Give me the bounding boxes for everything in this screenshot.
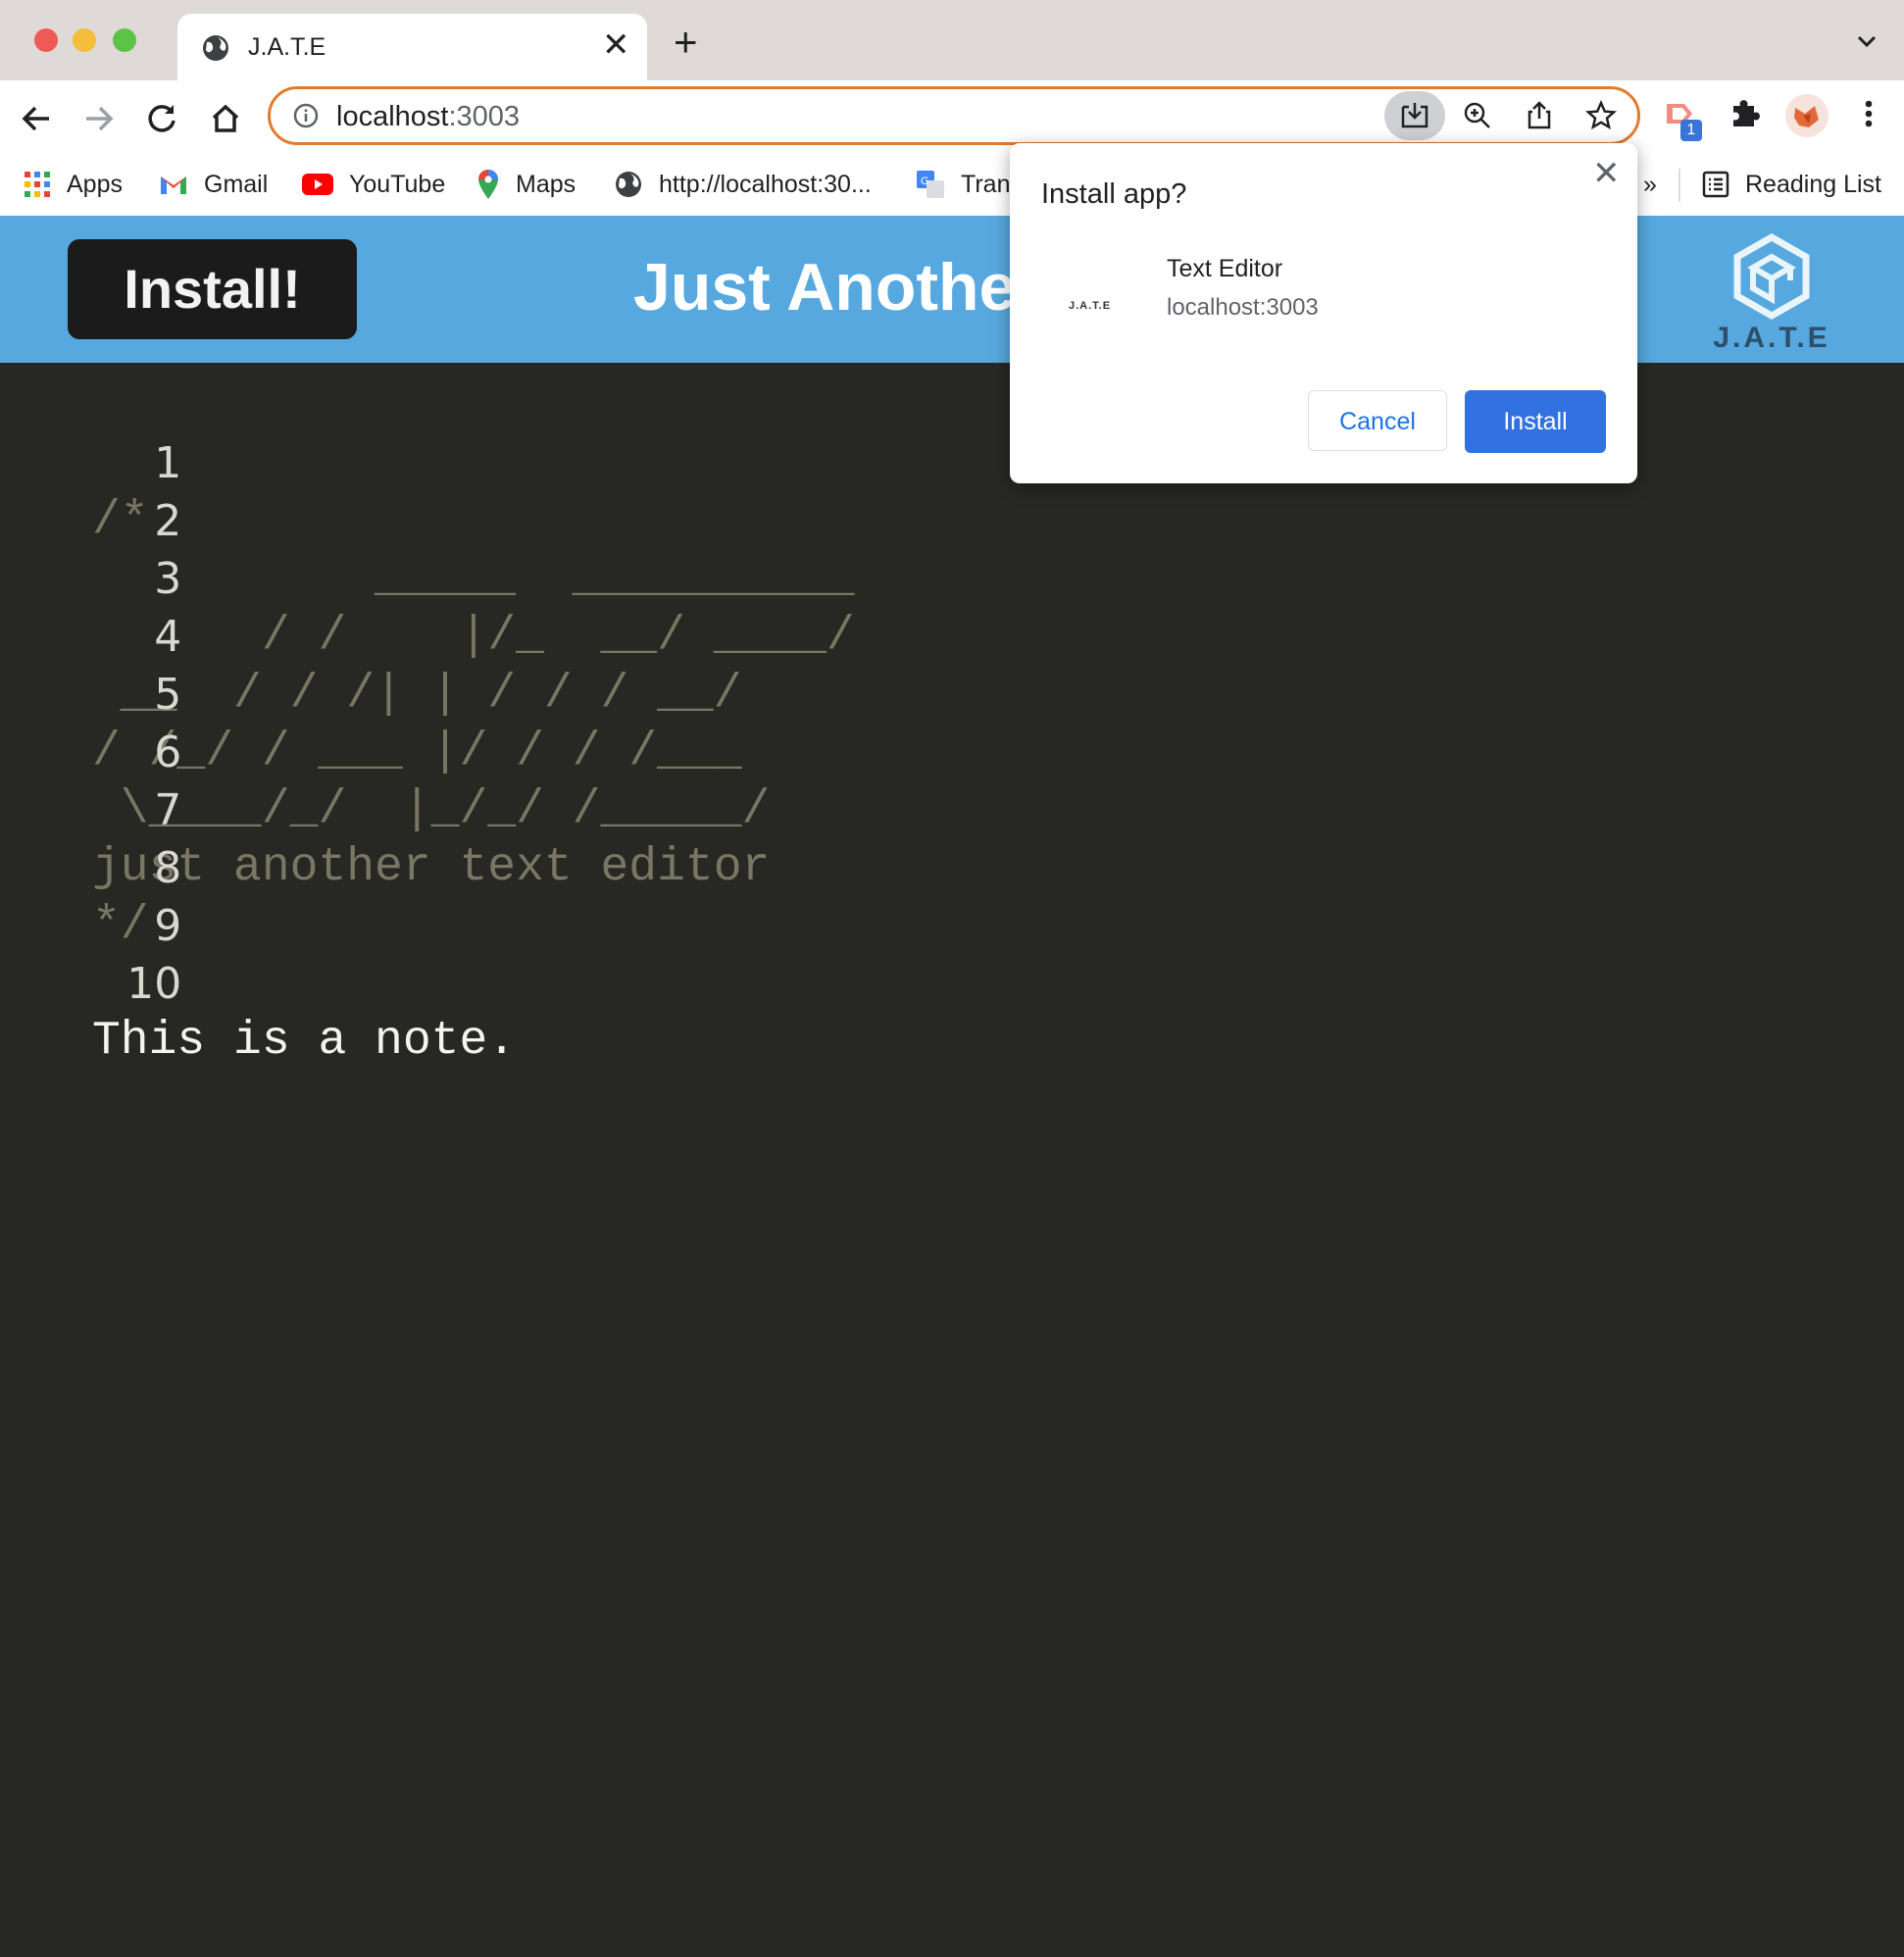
editor-line: 3 / / |/_ __/ ____/ (0, 494, 855, 663)
line-text: This is a note. (92, 1015, 517, 1068)
globe-icon (203, 35, 228, 61)
bookmark-label: Tran (961, 170, 1011, 198)
gmail-icon (161, 176, 186, 194)
app-logo: J.A.T.E (1708, 229, 1835, 354)
install-app-button[interactable] (1384, 91, 1445, 140)
editor-line: 10 This is a note. (0, 899, 516, 1068)
bookmark-label: http://localhost:30... (659, 170, 872, 198)
bookmark-label: YouTube (349, 170, 446, 198)
address-bar[interactable]: localhost:3003 (268, 86, 1640, 145)
tab-strip: J.A.T.E ✕ + (0, 0, 1904, 80)
editor-line: 9 (0, 841, 181, 951)
line-text: __ / / /| | / / / __/ (92, 668, 742, 721)
bookmark-maps[interactable]: Maps (476, 165, 576, 204)
app-name: Text Editor (1167, 255, 1283, 282)
share-icon[interactable] (1523, 99, 1556, 132)
line-number: 1 (154, 438, 182, 488)
line-number: 2 (154, 496, 182, 546)
editor-line: 6 \____/_/ |_/_/ /_____/ (0, 668, 771, 836)
maximize-window-button[interactable] (113, 28, 136, 52)
browser-menu-icon[interactable] (1851, 94, 1886, 133)
bookmark-apps[interactable]: Apps (24, 165, 123, 204)
url-text: localhost:3003 (336, 101, 521, 132)
bookmark-localhost[interactable]: http://localhost:30... (614, 165, 872, 204)
line-number: 9 (154, 901, 182, 951)
install-icon (1401, 103, 1428, 128)
youtube-icon (302, 174, 333, 195)
dialog-title: Install app? (1041, 178, 1187, 210)
line-number: 4 (154, 612, 182, 662)
editor-line: 8 */ (0, 783, 181, 952)
apps-grid-icon (25, 172, 50, 197)
line-text: just another text editor (92, 841, 771, 894)
line-text: _____ __________ (92, 552, 855, 605)
app-url: localhost:3003 (1167, 294, 1319, 321)
bookmark-divider (1679, 169, 1680, 202)
maps-icon (478, 170, 498, 199)
bookmark-translate[interactable]: G Tran (916, 165, 1010, 204)
line-text: / /_/ / ___ |/ / / /___ (92, 726, 742, 778)
forward-icon[interactable] (80, 100, 118, 137)
close-icon[interactable]: ✕ (1592, 157, 1621, 190)
code-editor[interactable]: 1 /* 2 _____ __________ 3 / / |/_ __/ __… (0, 363, 1904, 1957)
cancel-button[interactable]: Cancel (1308, 390, 1447, 451)
reload-icon[interactable] (143, 100, 180, 137)
install-button[interactable]: Install! (68, 239, 357, 339)
close-window-button[interactable] (34, 28, 58, 52)
editor-line: 5 / /_/ / ___ |/ / / /___ (0, 610, 742, 778)
tab-title: J.A.T.E (248, 33, 326, 61)
translate-icon: G (917, 171, 944, 198)
bookmark-gmail[interactable]: Gmail (159, 165, 268, 204)
reading-list[interactable]: Reading List (1702, 165, 1881, 204)
line-number: 8 (154, 843, 182, 893)
confirm-install-button[interactable]: Install (1465, 390, 1606, 453)
line-number: 3 (154, 554, 182, 604)
bookmark-label: Apps (67, 170, 123, 198)
editor-line: 4 __ / / /| | / / / __/ (0, 552, 742, 721)
line-number: 6 (154, 728, 182, 778)
reading-list-icon (1702, 171, 1729, 198)
bookmark-label: Gmail (204, 170, 269, 198)
svg-text:G: G (921, 176, 929, 187)
editor-line: 7 just another text editor (0, 726, 770, 894)
bookmark-label: Reading List (1745, 170, 1881, 198)
bookmark-youtube[interactable]: YouTube (302, 165, 445, 204)
install-app-dialog: Install app? ✕ J.A.T.E Text Editor local… (1010, 143, 1637, 483)
close-tab-icon[interactable]: ✕ (602, 28, 630, 62)
zoom-icon[interactable] (1461, 99, 1494, 132)
app-icon: J.A.T.E (1069, 300, 1112, 312)
fox-avatar-icon (1794, 106, 1819, 127)
line-number: 7 (154, 785, 182, 835)
bookmark-star-icon[interactable] (1584, 99, 1618, 132)
editor-line: 1 /* (0, 378, 181, 547)
profile-avatar[interactable] (1785, 94, 1829, 137)
logo-text: J.A.T.E (1713, 322, 1830, 354)
home-icon[interactable] (207, 100, 244, 137)
extension-badge: 1 (1680, 120, 1702, 141)
bookmark-label: Maps (516, 170, 576, 198)
page-title: Just Anothe (633, 250, 1017, 325)
new-tab-button[interactable]: + (674, 22, 698, 63)
line-text: \____/_/ |_/_/ /_____/ (92, 783, 771, 836)
more-icon: » (1643, 170, 1657, 198)
extensions-puzzle-icon[interactable] (1726, 94, 1765, 133)
back-icon[interactable] (18, 100, 55, 137)
bookmarks-overflow[interactable]: » (1643, 165, 1657, 204)
chevron-down-icon[interactable] (1853, 27, 1880, 55)
line-number: 5 (154, 670, 182, 720)
minimize-window-button[interactable] (73, 28, 96, 52)
editor-line: 2 _____ __________ (0, 436, 855, 605)
site-info-icon[interactable] (292, 102, 320, 129)
globe-icon (616, 172, 641, 197)
line-number: 10 (126, 959, 182, 1009)
line-text: / / |/_ __/ ____/ (92, 610, 855, 663)
tab-jate[interactable]: J.A.T.E ✕ (177, 14, 647, 80)
